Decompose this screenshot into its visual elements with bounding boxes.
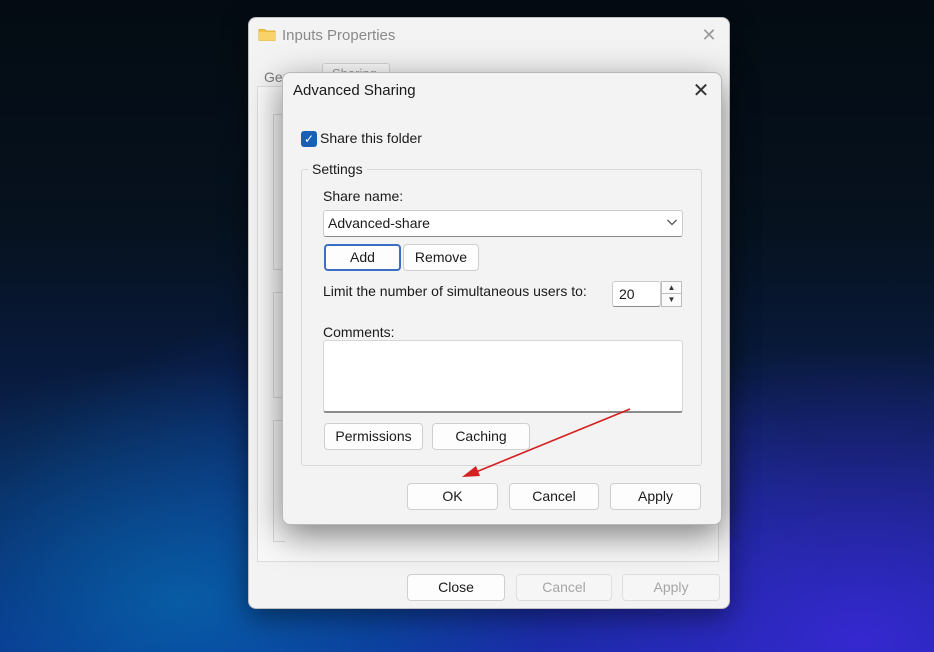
chevron-down-icon[interactable] xyxy=(664,214,680,230)
spin-up-icon[interactable]: ▲ xyxy=(662,282,681,294)
close-icon[interactable]: ✕ xyxy=(700,26,718,44)
comments-textarea[interactable] xyxy=(323,340,683,413)
settings-legend: Settings xyxy=(308,161,367,177)
properties-apply-button[interactable]: Apply xyxy=(622,574,720,601)
checkmark-icon: ✓ xyxy=(303,132,315,146)
caching-button[interactable]: Caching xyxy=(432,423,530,450)
remove-button[interactable]: Remove xyxy=(403,244,479,271)
comments-label: Comments: xyxy=(323,324,395,340)
folder-icon xyxy=(258,29,276,41)
share-name-label: Share name: xyxy=(323,188,404,204)
cancel-button[interactable]: Cancel xyxy=(509,483,599,510)
user-limit-label: Limit the number of simultaneous users t… xyxy=(323,283,587,299)
permissions-button[interactable]: Permissions xyxy=(324,423,423,450)
user-limit-value: 20 xyxy=(619,286,635,302)
share-folder-label[interactable]: Share this folder xyxy=(320,130,422,146)
properties-cancel-button[interactable]: Cancel xyxy=(516,574,612,601)
add-button[interactable]: Add xyxy=(324,244,401,271)
properties-window-title: Inputs Properties xyxy=(282,27,396,44)
properties-close-button[interactable]: Close xyxy=(407,574,505,601)
tab-general[interactable]: General xyxy=(264,69,284,85)
share-folder-checkbox[interactable]: ✓ xyxy=(301,131,317,147)
close-icon[interactable]: ✕ xyxy=(690,80,712,102)
share-name-value: Advanced-share xyxy=(328,215,430,231)
ok-button[interactable]: OK xyxy=(407,483,498,510)
spin-down-icon[interactable]: ▼ xyxy=(662,294,681,306)
apply-button[interactable]: Apply xyxy=(610,483,701,510)
dialog-title: Advanced Sharing xyxy=(293,82,416,99)
